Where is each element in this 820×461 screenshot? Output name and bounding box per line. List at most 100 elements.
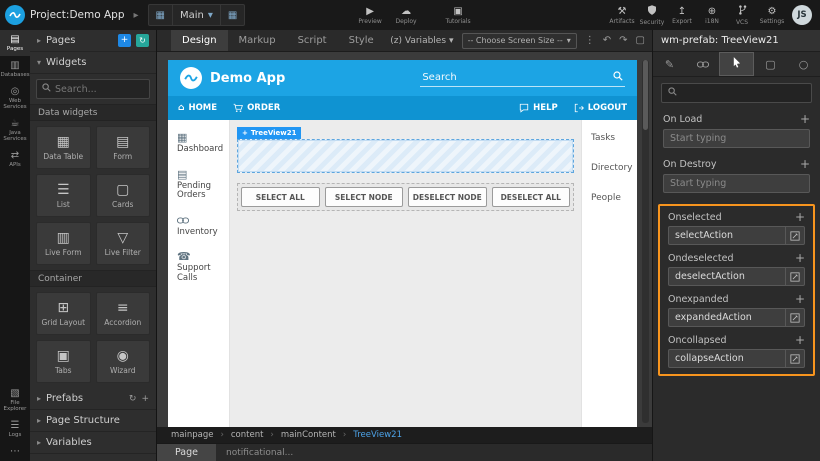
add-prefab-button[interactable]: +	[141, 394, 149, 404]
vcs-button[interactable]: VCS	[727, 5, 757, 26]
security-button[interactable]: Security	[637, 5, 667, 26]
widget-tile-form[interactable]: ▤Form	[96, 126, 151, 169]
widget-search-input[interactable]	[55, 84, 144, 95]
widget-tile-wizard[interactable]: ◉Wizard	[96, 340, 151, 383]
page-dropdown[interactable]: Main ▾	[172, 5, 220, 25]
tab-style[interactable]: Style	[338, 30, 385, 51]
page-tab[interactable]: Page	[157, 444, 216, 461]
variables-section-header[interactable]: ▸ Variables	[30, 432, 156, 454]
add-page-button[interactable]: +	[118, 34, 131, 47]
properties-search-input[interactable]	[682, 88, 805, 99]
tutorials-button[interactable]: ▣ Tutorials	[440, 6, 476, 25]
onselected-field[interactable]: selectAction	[668, 226, 805, 245]
nav-logout[interactable]: LOGOUT	[574, 103, 627, 113]
deploy-button[interactable]: ☁ Deploy	[388, 6, 424, 25]
app-search[interactable]	[420, 69, 625, 87]
menu-item-pending-orders[interactable]: ▤ Pending Orders	[177, 169, 226, 201]
screen-size-select[interactable]: -- Choose Screen Size -- ▾	[462, 33, 577, 49]
rail-item-databases[interactable]: ▥ Databases	[0, 56, 30, 82]
refresh-icon[interactable]: ↻	[129, 394, 137, 404]
widget-tile-live-form[interactable]: ▥Live Form	[36, 222, 91, 265]
studio-logo[interactable]	[0, 0, 30, 30]
add-onselected-button[interactable]: +	[795, 211, 805, 223]
select-node-button[interactable]: SELECT NODE	[325, 187, 404, 207]
redo-icon[interactable]: ↷	[619, 35, 627, 46]
widget-tile-accordion[interactable]: ≡Accordion	[96, 292, 151, 335]
widget-search[interactable]	[36, 79, 150, 99]
properties-search[interactable]	[661, 83, 812, 103]
on-destroy-input[interactable]	[664, 178, 809, 189]
rail-item-file-explorer[interactable]: ▧ File Explorer	[0, 384, 30, 416]
tab-script[interactable]: Script	[287, 30, 338, 51]
deselect-node-button[interactable]: DESELECT NODE	[408, 187, 487, 207]
treeview-widget[interactable]: + TreeView21	[237, 127, 574, 173]
undo-icon[interactable]: ↶	[603, 35, 611, 46]
right-menu-tasks[interactable]: Tasks	[591, 133, 637, 143]
onexpanded-field[interactable]: expandedAction	[668, 308, 805, 327]
on-load-field[interactable]	[663, 129, 810, 148]
widget-tile-tabs[interactable]: ▣Tabs	[36, 340, 91, 383]
variables-menu-button[interactable]: (z) Variables ▾	[390, 36, 453, 46]
preview-button[interactable]: ▶ Preview	[352, 6, 388, 25]
rail-item-pages[interactable]: ▤ Pages	[0, 30, 30, 56]
ondeselected-field[interactable]: deselectAction	[668, 267, 805, 286]
widget-tile-live-filter[interactable]: ▽Live Filter	[96, 222, 151, 265]
tab-advanced[interactable]: ○	[787, 52, 820, 76]
prefabs-section-header[interactable]: ▸ Prefabs ↻ +	[30, 388, 156, 410]
rail-item-web-services[interactable]: ◎ Web Services	[0, 82, 30, 114]
right-menu-people[interactable]: People	[591, 193, 637, 203]
tab-markup[interactable]: Markup	[228, 30, 287, 51]
canvas-scrollbar[interactable]	[642, 60, 649, 423]
oncollapsed-field[interactable]: collapseAction	[668, 349, 805, 368]
widget-tile-data-table[interactable]: ▦Data Table	[36, 126, 91, 169]
widget-tile-grid-layout[interactable]: ⊞Grid Layout	[36, 292, 91, 335]
breadcrumb-treeview21[interactable]: TreeView21	[336, 430, 402, 440]
page-grid-button[interactable]: ▦	[149, 5, 172, 25]
widget-tile-list[interactable]: ☰List	[36, 174, 91, 217]
right-menu-directory[interactable]: Directory	[591, 163, 637, 173]
refresh-pages-button[interactable]: ↻	[136, 34, 149, 47]
on-load-input[interactable]	[664, 133, 809, 144]
rail-item-logs[interactable]: ☰ Logs	[0, 416, 30, 442]
pages-section-header[interactable]: ▸ Pages + ↻	[30, 30, 156, 52]
tab-bindings[interactable]	[686, 52, 719, 76]
add-on-destroy-button[interactable]: +	[800, 158, 810, 170]
nav-home[interactable]: ⌂ HOME	[178, 103, 217, 113]
nav-order[interactable]: ORDER	[233, 103, 280, 113]
edit-action-icon[interactable]	[785, 350, 804, 367]
i18n-button[interactable]: ⊕ i18N	[697, 6, 727, 25]
tab-design[interactable]: Design	[171, 30, 228, 51]
breadcrumb-content[interactable]: content	[213, 430, 263, 440]
edit-action-icon[interactable]	[785, 309, 804, 326]
artifacts-button[interactable]: ⚒ Artifacts	[607, 6, 637, 25]
layout-grid-button[interactable]: ▦	[220, 5, 244, 25]
widget-tile-cards[interactable]: ▢Cards	[96, 174, 151, 217]
tab-layout[interactable]: ▢	[754, 52, 787, 76]
export-button[interactable]: ↥ Export	[667, 6, 697, 25]
kebab-menu-icon[interactable]: ⋮	[585, 35, 595, 46]
breadcrumb-mainpage[interactable]: mainpage	[171, 430, 213, 440]
widgets-section-header[interactable]: ▾ Widgets	[30, 52, 156, 74]
rail-item-java-services[interactable]: ☕ Java Services	[0, 114, 30, 146]
deselect-all-button[interactable]: DESELECT ALL	[492, 187, 571, 207]
add-onexpanded-button[interactable]: +	[795, 293, 805, 305]
project-name[interactable]: Project:Demo App	[30, 9, 125, 21]
add-on-load-button[interactable]: +	[800, 113, 810, 125]
add-oncollapsed-button[interactable]: +	[795, 334, 805, 346]
select-all-button[interactable]: SELECT ALL	[241, 187, 320, 207]
add-ondeselected-button[interactable]: +	[795, 252, 805, 264]
menu-item-support-calls[interactable]: ☎ Support Calls	[177, 251, 226, 283]
nav-help[interactable]: HELP	[519, 103, 558, 113]
treeview-selected-area[interactable]	[237, 139, 574, 173]
edit-action-icon[interactable]	[785, 268, 804, 285]
tab-events[interactable]	[719, 52, 754, 76]
app-search-input[interactable]	[422, 72, 607, 83]
on-destroy-field[interactable]	[663, 174, 810, 193]
breadcrumb-maincontent[interactable]: mainContent	[263, 430, 335, 440]
rail-item-more[interactable]: ⋯	[0, 442, 30, 461]
tab-styles[interactable]: ✎	[653, 52, 686, 76]
scrollbar-thumb[interactable]	[643, 60, 648, 130]
screen-icon[interactable]: ▢	[636, 35, 645, 46]
rail-item-apis[interactable]: ⇄ APIs	[0, 146, 30, 172]
page-structure-section-header[interactable]: ▸ Page Structure	[30, 410, 156, 432]
